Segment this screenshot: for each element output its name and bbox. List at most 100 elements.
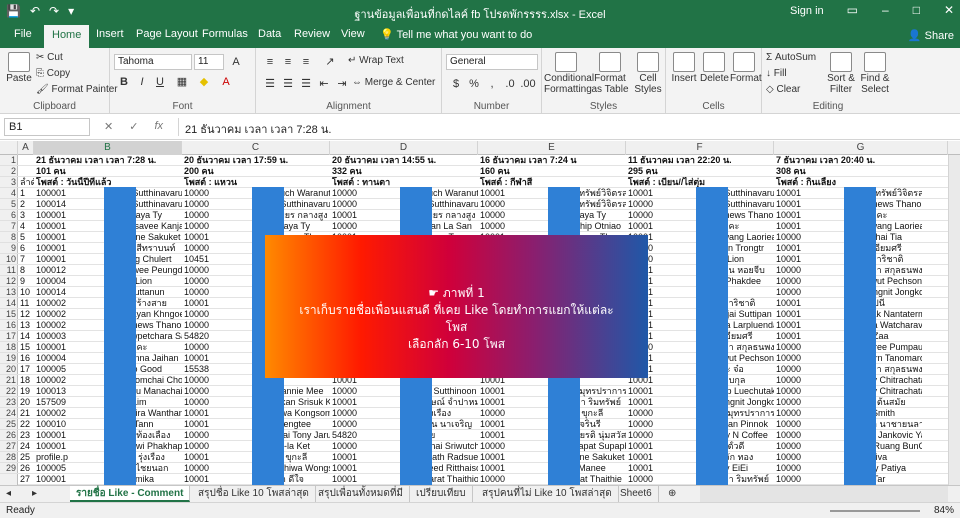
id-cell[interactable]: 10000 [774, 441, 844, 452]
index-cell[interactable]: 9 [18, 276, 34, 287]
id-cell[interactable]: 100010 [34, 419, 104, 430]
id-cell[interactable]: 10001 [330, 397, 400, 408]
id-cell[interactable]: 10000 [182, 375, 252, 386]
index-cell[interactable]: 23 [18, 430, 34, 441]
id-cell[interactable]: 10000 [774, 463, 844, 474]
font-name-combo[interactable]: Tahoma [114, 54, 192, 70]
id-cell[interactable]: 100001 [34, 232, 104, 243]
row-header[interactable]: 17 [0, 331, 18, 342]
row-header[interactable]: 21 [0, 375, 18, 386]
fill-color-icon[interactable]: ◆ [196, 74, 212, 90]
index-cell[interactable]: 26 [18, 463, 34, 474]
id-cell[interactable]: 10001 [774, 331, 844, 342]
id-cell[interactable]: 10001 [626, 397, 696, 408]
row-header[interactable]: 13 [0, 287, 18, 298]
id-cell[interactable]: 10001 [330, 474, 400, 485]
id-cell[interactable]: 100002 [34, 320, 104, 331]
id-cell[interactable]: 100001 [34, 188, 104, 199]
id-cell[interactable]: 10000 [182, 463, 252, 474]
font-size-combo[interactable]: 11 [194, 54, 224, 70]
orientation-icon[interactable]: ↗ [322, 54, 338, 70]
id-cell[interactable]: 100014 [34, 199, 104, 210]
row-header[interactable]: 24 [0, 408, 18, 419]
index-cell[interactable]: 22 [18, 419, 34, 430]
id-cell[interactable]: 10001 [626, 441, 696, 452]
id-cell[interactable]: 10000 [774, 430, 844, 441]
format-painter-button[interactable]: 🖌 Format Painter [36, 84, 118, 95]
id-cell[interactable]: 10000 [182, 430, 252, 441]
id-cell[interactable]: 10000 [182, 276, 252, 287]
row-header[interactable]: 28 [0, 452, 18, 463]
id-cell[interactable]: 10000 [774, 276, 844, 287]
id-cell[interactable]: 10000 [182, 309, 252, 320]
id-cell[interactable]: 10000 [478, 221, 548, 232]
decrease-decimal-icon[interactable]: .00 [520, 76, 536, 92]
row-header[interactable]: 10 [0, 254, 18, 265]
sort-filter-button[interactable]: Sort & Filter [826, 52, 856, 95]
wrap-text-button[interactable]: ↵ Wrap Text [348, 55, 404, 66]
date-header-cell[interactable]: 21 ธันวาคม เวลา เวลา 7:28 น. [34, 155, 182, 166]
id-cell[interactable]: 10000 [478, 210, 548, 221]
id-cell[interactable]: 10000 [478, 408, 548, 419]
id-cell[interactable]: 10000 [626, 419, 696, 430]
scroll-tabs-right-icon[interactable]: ▸ [26, 486, 52, 502]
count-cell[interactable]: 308 คน [774, 166, 922, 177]
row-header[interactable]: 18 [0, 342, 18, 353]
row-header[interactable]: 4 [0, 188, 18, 199]
row-header[interactable]: 6 [0, 210, 18, 221]
id-cell[interactable]: 157509 [34, 397, 104, 408]
id-cell[interactable]: 10001 [478, 419, 548, 430]
ribbon-display-icon[interactable]: ▭ [847, 3, 858, 17]
id-cell[interactable]: 10000 [182, 265, 252, 276]
index-cell[interactable]: 12 [18, 309, 34, 320]
row-header[interactable]: 15 [0, 309, 18, 320]
maximize-icon[interactable]: □ [913, 3, 920, 17]
id-cell[interactable]: 10001 [626, 452, 696, 463]
align-bottom-icon[interactable]: ≡ [298, 54, 314, 70]
id-cell[interactable]: 10000 [182, 441, 252, 452]
id-cell[interactable]: 10001 [774, 254, 844, 265]
id-cell[interactable]: 10001 [182, 353, 252, 364]
row-header[interactable]: 27 [0, 441, 18, 452]
zoom-slider[interactable] [830, 510, 920, 512]
decrease-indent-icon[interactable]: ⇤ [316, 76, 332, 92]
row-header[interactable]: 9 [0, 243, 18, 254]
count-cell[interactable]: 160 คน [478, 166, 626, 177]
id-cell[interactable]: 10000 [774, 287, 844, 298]
id-cell[interactable]: 10000 [774, 353, 844, 364]
id-cell[interactable]: 100001 [34, 254, 104, 265]
column-header-g[interactable]: G [774, 141, 948, 155]
id-cell[interactable]: 10001 [478, 463, 548, 474]
scroll-tabs-left-icon[interactable]: ◂ [0, 486, 26, 502]
index-cell[interactable]: 1 [18, 188, 34, 199]
index-cell[interactable]: 21 [18, 408, 34, 419]
id-cell[interactable]: 10001 [774, 199, 844, 210]
fill-button[interactable]: ↓ Fill [766, 68, 787, 79]
id-cell[interactable]: 10000 [774, 452, 844, 463]
index-cell[interactable]: 18 [18, 375, 34, 386]
zoom-level[interactable]: 84% [934, 505, 954, 516]
clear-button[interactable]: ◇ Clear [766, 84, 800, 95]
row-header[interactable]: 3 [0, 177, 18, 188]
id-cell[interactable]: 10000 [774, 375, 844, 386]
id-cell[interactable]: 100003 [34, 331, 104, 342]
id-cell[interactable]: 10000 [774, 386, 844, 397]
id-cell[interactable]: 10000 [330, 408, 400, 419]
id-cell[interactable]: 100001 [34, 430, 104, 441]
sheet-tab-not-like[interactable]: สรุปคนที่ไม่ Like 10 โพสล่าสุด [476, 486, 619, 502]
vertical-scrollbar[interactable] [948, 155, 960, 485]
id-cell[interactable]: 10001 [774, 320, 844, 331]
id-cell[interactable]: 100001 [34, 221, 104, 232]
align-right-icon[interactable]: ☰ [298, 76, 314, 92]
id-cell[interactable]: profile.p [34, 452, 104, 463]
id-cell[interactable]: 10001 [626, 188, 696, 199]
count-cell[interactable]: 101 คน [34, 166, 182, 177]
id-cell[interactable]: 10001 [774, 298, 844, 309]
id-cell[interactable]: 10000 [478, 199, 548, 210]
id-cell[interactable]: 10000 [182, 320, 252, 331]
bold-button[interactable]: B [116, 74, 132, 90]
id-cell[interactable]: 10001 [182, 408, 252, 419]
index-cell[interactable]: 13 [18, 320, 34, 331]
id-cell[interactable]: 10000 [330, 419, 400, 430]
tab-file[interactable]: File [14, 28, 32, 40]
